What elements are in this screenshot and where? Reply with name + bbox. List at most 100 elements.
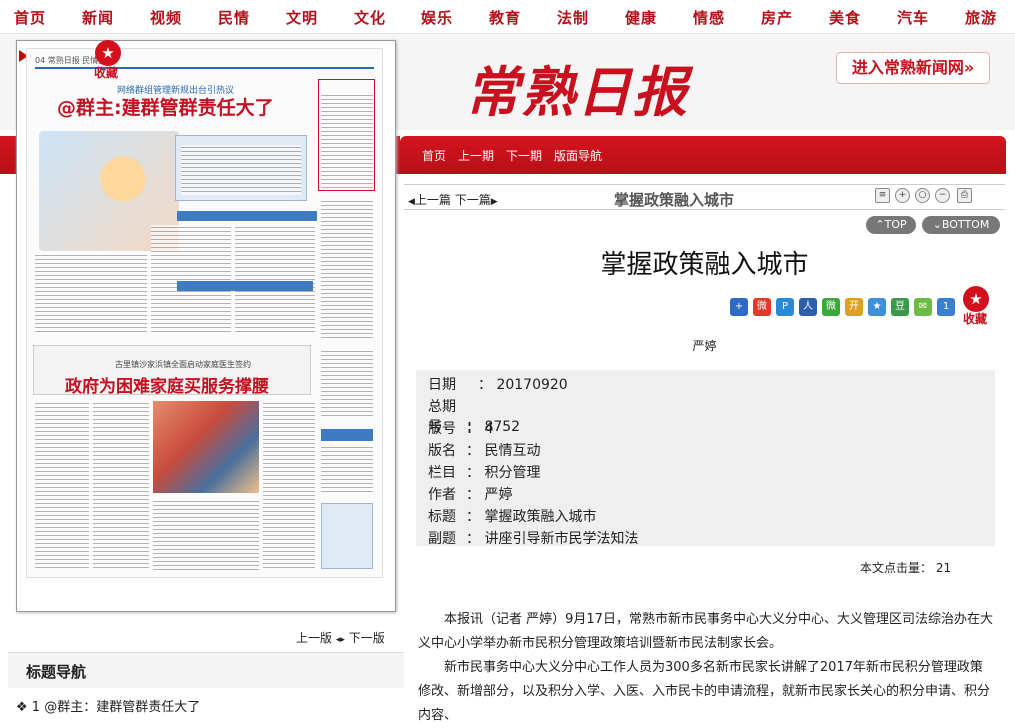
text-block <box>35 253 147 335</box>
top-label: TOP <box>884 218 907 231</box>
section-tab <box>177 211 317 221</box>
meta-value: 掌握政策融入城市 <box>484 509 597 525</box>
paper-subhead-2: 古里镇沙家浜镇全面启动家庭医生签约 <box>115 360 251 369</box>
paper-headline[interactable]: @群主:建群管群责任大了 <box>57 93 274 120</box>
topnav-item[interactable]: 汽车 <box>897 7 929 28</box>
meta-row: 作者： 严婷 <box>428 484 512 504</box>
article-star-icon[interactable]: ★ <box>963 286 989 312</box>
topnav-item[interactable]: 健康 <box>625 7 657 28</box>
meta-value: 积分管理 <box>484 465 541 481</box>
prev-article-link[interactable]: 上一篇 <box>415 193 451 207</box>
article-paragraph: 本报讯（记者 严婷）9月17日，常熟市新市民事务中心大义分中心、大义管理区司法综… <box>418 612 993 651</box>
share-douban-icon[interactable]: 豆 <box>891 298 909 316</box>
prev-page-link[interactable]: 上一版 <box>296 631 332 645</box>
print-icon[interactable]: ⎙ <box>957 188 972 203</box>
triangle-left-icon: ◀ <box>408 197 415 207</box>
topnav-item[interactable]: 民情 <box>218 7 250 28</box>
topnav-item[interactable]: 教育 <box>489 7 521 28</box>
meta-row: 栏目： 积分管理 <box>428 462 540 482</box>
meta-row: 版名： 民情互动 <box>428 440 540 460</box>
zoom-in-icon[interactable]: + <box>895 188 910 203</box>
text-block <box>35 401 89 571</box>
title-nav-item-label[interactable]: 1 @群主：建群管群责任大了 <box>32 700 200 715</box>
topnav-item[interactable]: 视频 <box>150 7 182 28</box>
topnav-item[interactable]: 首页 <box>14 7 46 28</box>
article-favorite-label[interactable]: 收藏 <box>963 310 987 327</box>
arrows-icon: ◂▸ <box>335 635 345 645</box>
issue-nav-home[interactable]: 首页 <box>422 147 446 164</box>
ad-box <box>321 503 373 569</box>
share-wechat-icon[interactable]: 微 <box>822 298 840 316</box>
text-block <box>321 93 373 189</box>
triangle-right-icon: ▶ <box>490 197 498 207</box>
bottom-label: BOTTOM <box>941 218 990 231</box>
meta-row: 日期： 20170920 <box>428 374 568 394</box>
meta-key: 日期 <box>428 377 456 393</box>
title-nav-heading: 标题导航 <box>26 663 87 681</box>
topnav-item[interactable]: 文明 <box>286 7 318 28</box>
text-block <box>181 145 301 195</box>
topnav-item[interactable]: 文化 <box>354 7 386 28</box>
page-pager: 上一版 ◂▸ 下一版 <box>296 629 385 646</box>
article-author: 严婷 <box>692 339 717 353</box>
click-count-value: 21 <box>935 561 952 575</box>
paper-headline-2[interactable]: 政府为困难家庭买服务撑腰 <box>65 372 269 397</box>
topnav-item[interactable]: 旅游 <box>965 7 997 28</box>
share-kaixin-icon[interactable]: 开 <box>845 298 863 316</box>
topnav-item[interactable]: 娱乐 <box>421 7 453 28</box>
newspaper-page-image[interactable]: 04 常熟日报 民情互动 网络群组管理新规出台引热议 @群主:建群管群责任大了 … <box>26 48 383 578</box>
enter-news-site-button[interactable]: 进入常熟新闻网» <box>836 52 990 84</box>
bottom-button[interactable]: ⌄BOTTOM <box>922 216 1000 234</box>
next-article-link[interactable]: 下一篇 <box>455 193 491 207</box>
issue-nav-pages[interactable]: 版面导航 <box>554 147 602 164</box>
bullet-icon: ❖ <box>16 700 32 715</box>
meta-value: 民情互动 <box>484 443 541 459</box>
notebook-icon[interactable]: ≡ <box>875 188 890 203</box>
click-count: 本文点击量： 21 <box>860 559 951 576</box>
meta-value: 讲座引导新市民学法知法 <box>484 531 639 547</box>
meta-key: 作者 <box>428 487 456 503</box>
arrow-down-icon: ⌄ <box>932 218 942 231</box>
arrow-up-icon: ⌃ <box>875 218 885 231</box>
toolbar-title: 掌握政策融入城市 <box>614 191 735 209</box>
meta-value: 4 <box>484 421 494 437</box>
text-block <box>321 199 373 339</box>
section-tab <box>321 429 373 441</box>
share-count-icon[interactable]: 1 <box>937 298 955 316</box>
star-icon[interactable]: ★ <box>95 40 121 66</box>
title-nav-header: 标题导航 <box>8 652 404 688</box>
topnav-item[interactable]: 法制 <box>557 7 589 28</box>
share-qzone-icon[interactable]: P <box>776 298 794 316</box>
meta-key: 版号 <box>428 421 456 437</box>
issue-nav-next[interactable]: 下一期 <box>506 147 542 164</box>
favorite-label[interactable]: 收藏 <box>94 64 118 81</box>
meta-row: 标题： 掌握政策融入城市 <box>428 506 596 526</box>
share-renren-icon[interactable]: 人 <box>799 298 817 316</box>
text-block <box>153 499 259 571</box>
paper-header: 04 常熟日报 民情互动 <box>35 55 374 69</box>
meta-row: 版号： 4 <box>428 418 493 438</box>
masthead-logo: 常熟日报 <box>465 60 689 124</box>
topnav-item[interactable]: 新闻 <box>82 7 114 28</box>
text-block <box>263 401 315 571</box>
next-page-link[interactable]: 下一版 <box>349 631 385 645</box>
meta-key: 栏目 <box>428 465 456 481</box>
zoom-reset-icon[interactable]: ○ <box>915 188 930 203</box>
zoom-out-icon[interactable]: − <box>935 188 950 203</box>
topnav-item[interactable]: 房产 <box>761 7 793 28</box>
text-block <box>235 225 315 335</box>
meta-value: 严婷 <box>484 487 513 503</box>
topnav-item[interactable]: 美食 <box>829 7 861 28</box>
share-weibo-icon[interactable]: 微 <box>753 298 771 316</box>
share-chat-icon[interactable]: ✉ <box>914 298 932 316</box>
top-button[interactable]: ⌃TOP <box>866 216 916 234</box>
meta-value: 20170920 <box>496 377 568 393</box>
title-nav-item[interactable]: ❖ 1 @群主：建群管群责任大了 <box>16 696 200 715</box>
share-tqq-icon[interactable]: ★ <box>868 298 886 316</box>
topnav-item[interactable]: 情感 <box>693 7 725 28</box>
text-block <box>93 401 149 571</box>
meta-key: 副题 <box>428 531 456 547</box>
meta-key: 版名 <box>428 443 456 459</box>
issue-nav-prev[interactable]: 上一期 <box>458 147 494 164</box>
share-more-icon[interactable]: + <box>730 298 748 316</box>
